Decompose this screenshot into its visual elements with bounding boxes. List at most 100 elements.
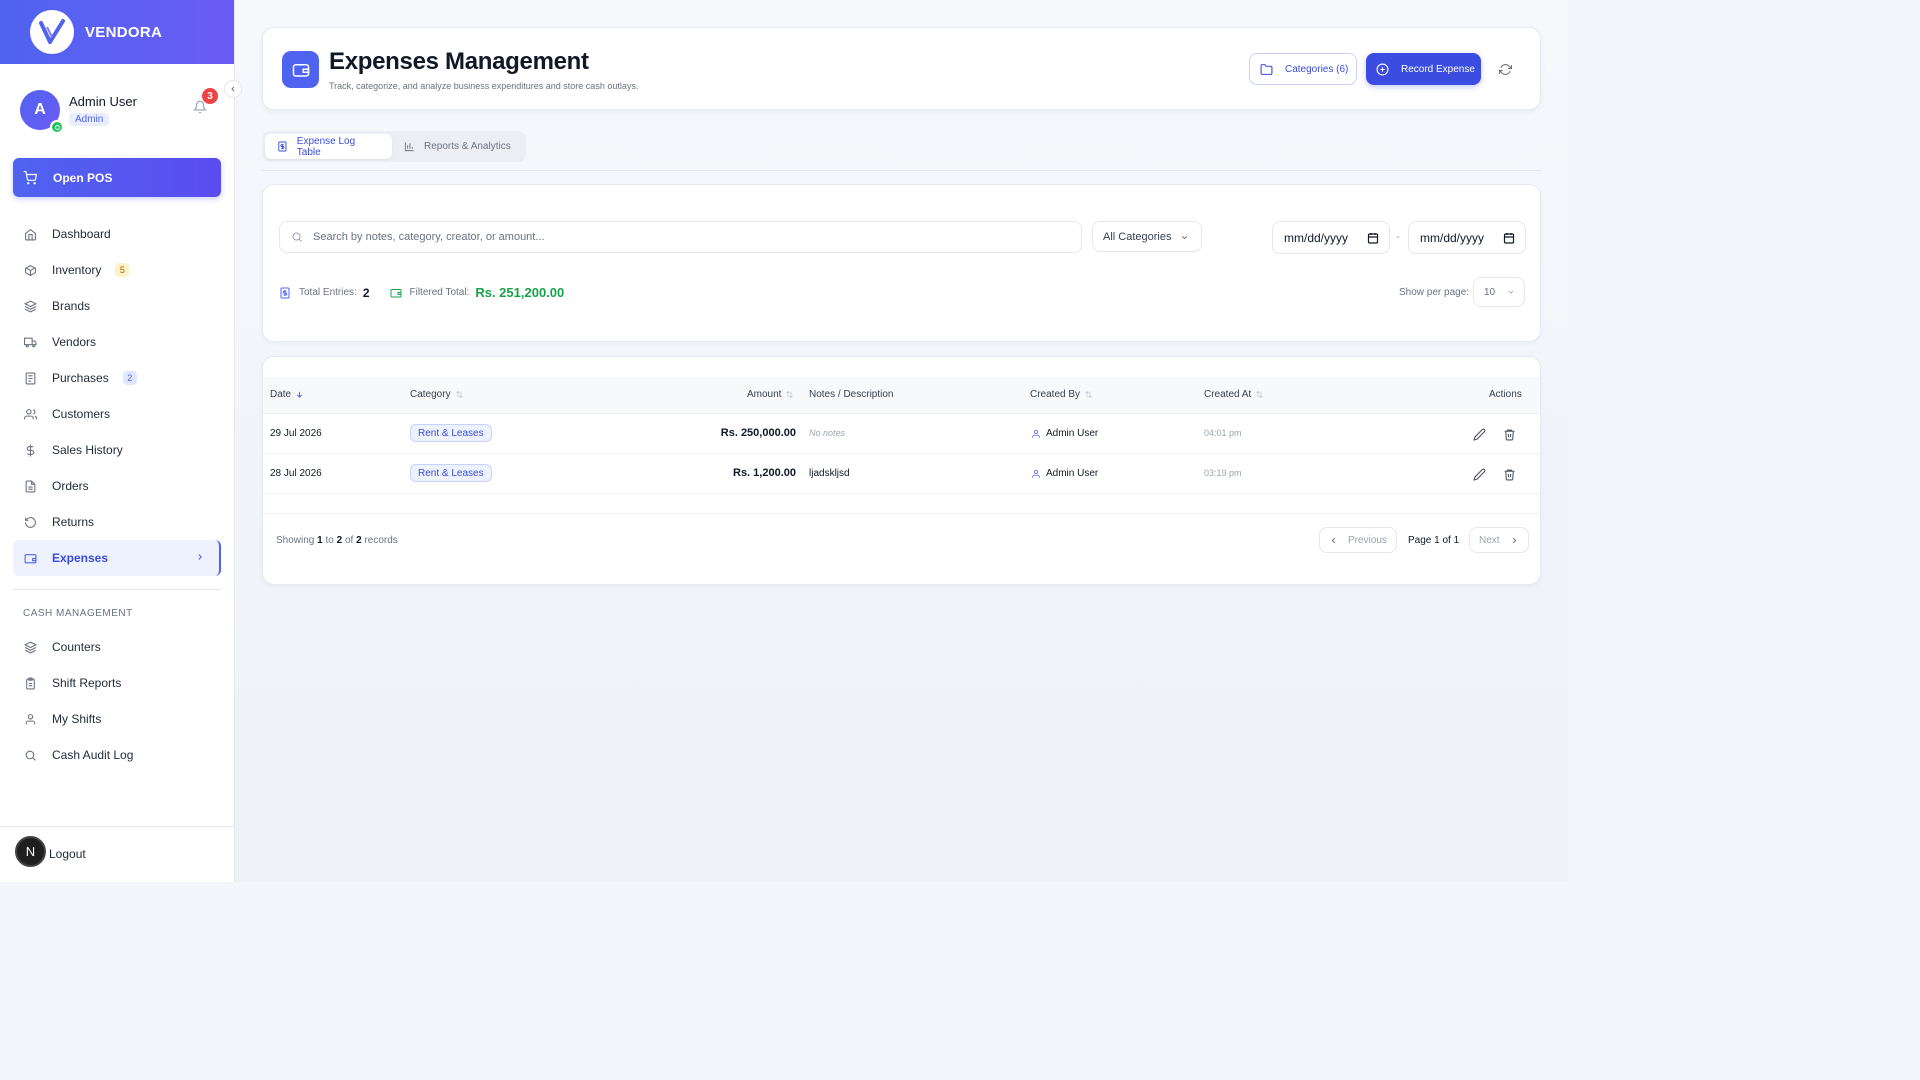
sidebar-item-counters[interactable]: Counters <box>13 629 221 665</box>
table-row: 28 Jul 2026 Rent & Leases Rs. 1,200.00 l… <box>263 454 1540 494</box>
showing-to-word: to <box>325 535 334 546</box>
record-expense-button[interactable]: Record Expense <box>1366 53 1481 85</box>
page-header: Expenses Management Track, categorize, a… <box>262 27 1541 110</box>
sidebar-item-shift-reports[interactable]: Shift Reports <box>13 665 221 701</box>
date-range-separator: - <box>1396 231 1400 243</box>
filtered-total-label: Filtered Total: <box>409 287 470 298</box>
refresh-icon[interactable] <box>1497 61 1513 77</box>
sidebar-item-brands[interactable]: Brands <box>13 288 221 324</box>
sidebar-item-my-shifts[interactable]: My Shifts <box>13 701 221 737</box>
sidebar-item-label: Brands <box>52 299 91 313</box>
category-pill: Rent & Leases <box>410 464 492 482</box>
column-label: Created By <box>1030 389 1081 400</box>
online-status-icon <box>50 120 64 134</box>
cart-icon <box>23 170 37 185</box>
creator-name: Admin User <box>1046 468 1099 479</box>
collapse-sidebar-button[interactable] <box>224 80 242 98</box>
sidebar-item-cash-audit-log[interactable]: Cash Audit Log <box>13 737 221 773</box>
total-entries-value: 2 <box>362 285 370 300</box>
edit-icon[interactable] <box>1472 467 1486 481</box>
column-header-created-at[interactable]: Created At <box>1204 389 1264 400</box>
showing-of-word: of <box>344 535 354 546</box>
sidebar-item-customers[interactable]: Customers <box>13 396 221 432</box>
sidebar-item-label: Orders <box>52 479 89 493</box>
wallet-icon <box>23 551 37 565</box>
users-icon <box>23 407 37 421</box>
page-title: Expenses Management <box>329 48 589 75</box>
chevron-right-icon <box>198 554 202 560</box>
sidebar-item-inventory[interactable]: Inventory 5 <box>13 252 221 288</box>
chevron-left-icon <box>231 86 235 92</box>
category-pill: Rent & Leases <box>410 424 492 442</box>
sidebar-item-dashboard[interactable]: Dashboard <box>13 216 221 252</box>
sidebar-item-label: My Shifts <box>52 712 102 726</box>
next-label: Next <box>1479 534 1500 546</box>
vendora-logo-icon[interactable] <box>30 10 74 54</box>
main-nav: Dashboard Inventory 5 Brands Vendors Pur… <box>13 216 221 576</box>
column-header-amount[interactable]: Amount <box>747 389 794 400</box>
cell-created-at: 04:01 pm <box>1204 428 1242 438</box>
column-header-category[interactable]: Category <box>410 389 464 400</box>
delete-icon[interactable] <box>1502 467 1516 481</box>
user-icon <box>1032 429 1040 438</box>
sidebar-item-label: Expenses <box>52 551 109 565</box>
showing-prefix: Showing <box>276 535 315 546</box>
sidebar-item-purchases[interactable]: Purchases 2 <box>13 360 221 396</box>
tab-reports-analytics[interactable]: Reports & Analytics <box>392 134 523 159</box>
tab-expense-log-table[interactable]: Expense Log Table <box>265 134 392 159</box>
brand-name: VENDORA <box>85 23 163 41</box>
divider <box>0 826 235 827</box>
column-header-created-by[interactable]: Created By <box>1030 389 1093 400</box>
edit-icon[interactable] <box>1472 427 1486 441</box>
sidebar-item-expenses[interactable]: Expenses <box>13 540 221 576</box>
records-summary: Showing 1 to 2 of 2 records <box>276 535 398 546</box>
layers-icon <box>23 640 37 654</box>
previous-page-button[interactable]: Previous <box>1319 527 1397 553</box>
user-icon <box>1032 469 1040 478</box>
total-entries-label: Total Entries: <box>299 287 357 298</box>
chevron-left-icon <box>1331 537 1335 543</box>
inventory-count-badge: 5 <box>115 263 130 277</box>
creator-name: Admin User <box>1046 428 1099 439</box>
column-label: Category <box>410 389 451 400</box>
showing-suffix: records <box>364 535 398 546</box>
open-pos-button[interactable]: Open POS <box>13 158 221 197</box>
per-page-label: Show per page: <box>1399 287 1470 298</box>
sidebar-item-orders[interactable]: Orders <box>13 468 221 504</box>
search-input[interactable] <box>313 231 1013 243</box>
bar-chart-icon <box>404 142 414 152</box>
column-header-date[interactable]: Date <box>270 389 304 400</box>
per-page-select[interactable]: 10 <box>1473 277 1525 307</box>
wallet-icon <box>390 288 401 297</box>
sort-icon <box>786 390 794 399</box>
filter-panel: All Categories mm/dd/yyyy - mm/dd/yyyy T… <box>262 184 1541 342</box>
notification-count-badge: 3 <box>202 88 218 104</box>
logout-button[interactable]: Logout <box>49 847 86 861</box>
sidebar-item-label: Vendors <box>52 335 97 349</box>
next-page-button[interactable]: Next <box>1469 527 1529 553</box>
sidebar-item-sales-history[interactable]: Sales History <box>13 432 221 468</box>
chevron-down-icon <box>1508 290 1514 294</box>
avatar[interactable]: A <box>20 90 64 134</box>
date-to-input[interactable]: mm/dd/yyyy <box>1408 221 1526 254</box>
previous-label: Previous <box>1348 534 1387 546</box>
category-select[interactable]: All Categories <box>1092 221 1202 252</box>
n-badge-icon[interactable]: N <box>15 836 46 867</box>
cell-notes: ljadskljsd <box>809 468 850 479</box>
date-from-input[interactable]: mm/dd/yyyy <box>1272 221 1390 254</box>
record-expense-label: Record Expense <box>1401 63 1475 75</box>
sidebar-item-label: Dashboard <box>52 227 111 241</box>
showing-total: 2 <box>356 535 362 546</box>
cell-created-by: Admin User <box>1031 428 1098 439</box>
sidebar-item-label: Purchases <box>52 371 109 385</box>
categories-button[interactable]: Categories (6) <box>1249 53 1357 85</box>
clipboard-icon <box>23 676 37 690</box>
search-box[interactable] <box>279 221 1082 253</box>
sidebar-item-returns[interactable]: Returns <box>13 504 221 540</box>
sidebar-item-label: Sales History <box>52 443 123 457</box>
dollar-icon <box>23 443 37 457</box>
tab-label: Reports & Analytics <box>424 141 511 152</box>
summary-stats: Total Entries: 2 Filtered Total: Rs. 251… <box>279 285 564 300</box>
delete-icon[interactable] <box>1502 427 1516 441</box>
sidebar-item-vendors[interactable]: Vendors <box>13 324 221 360</box>
